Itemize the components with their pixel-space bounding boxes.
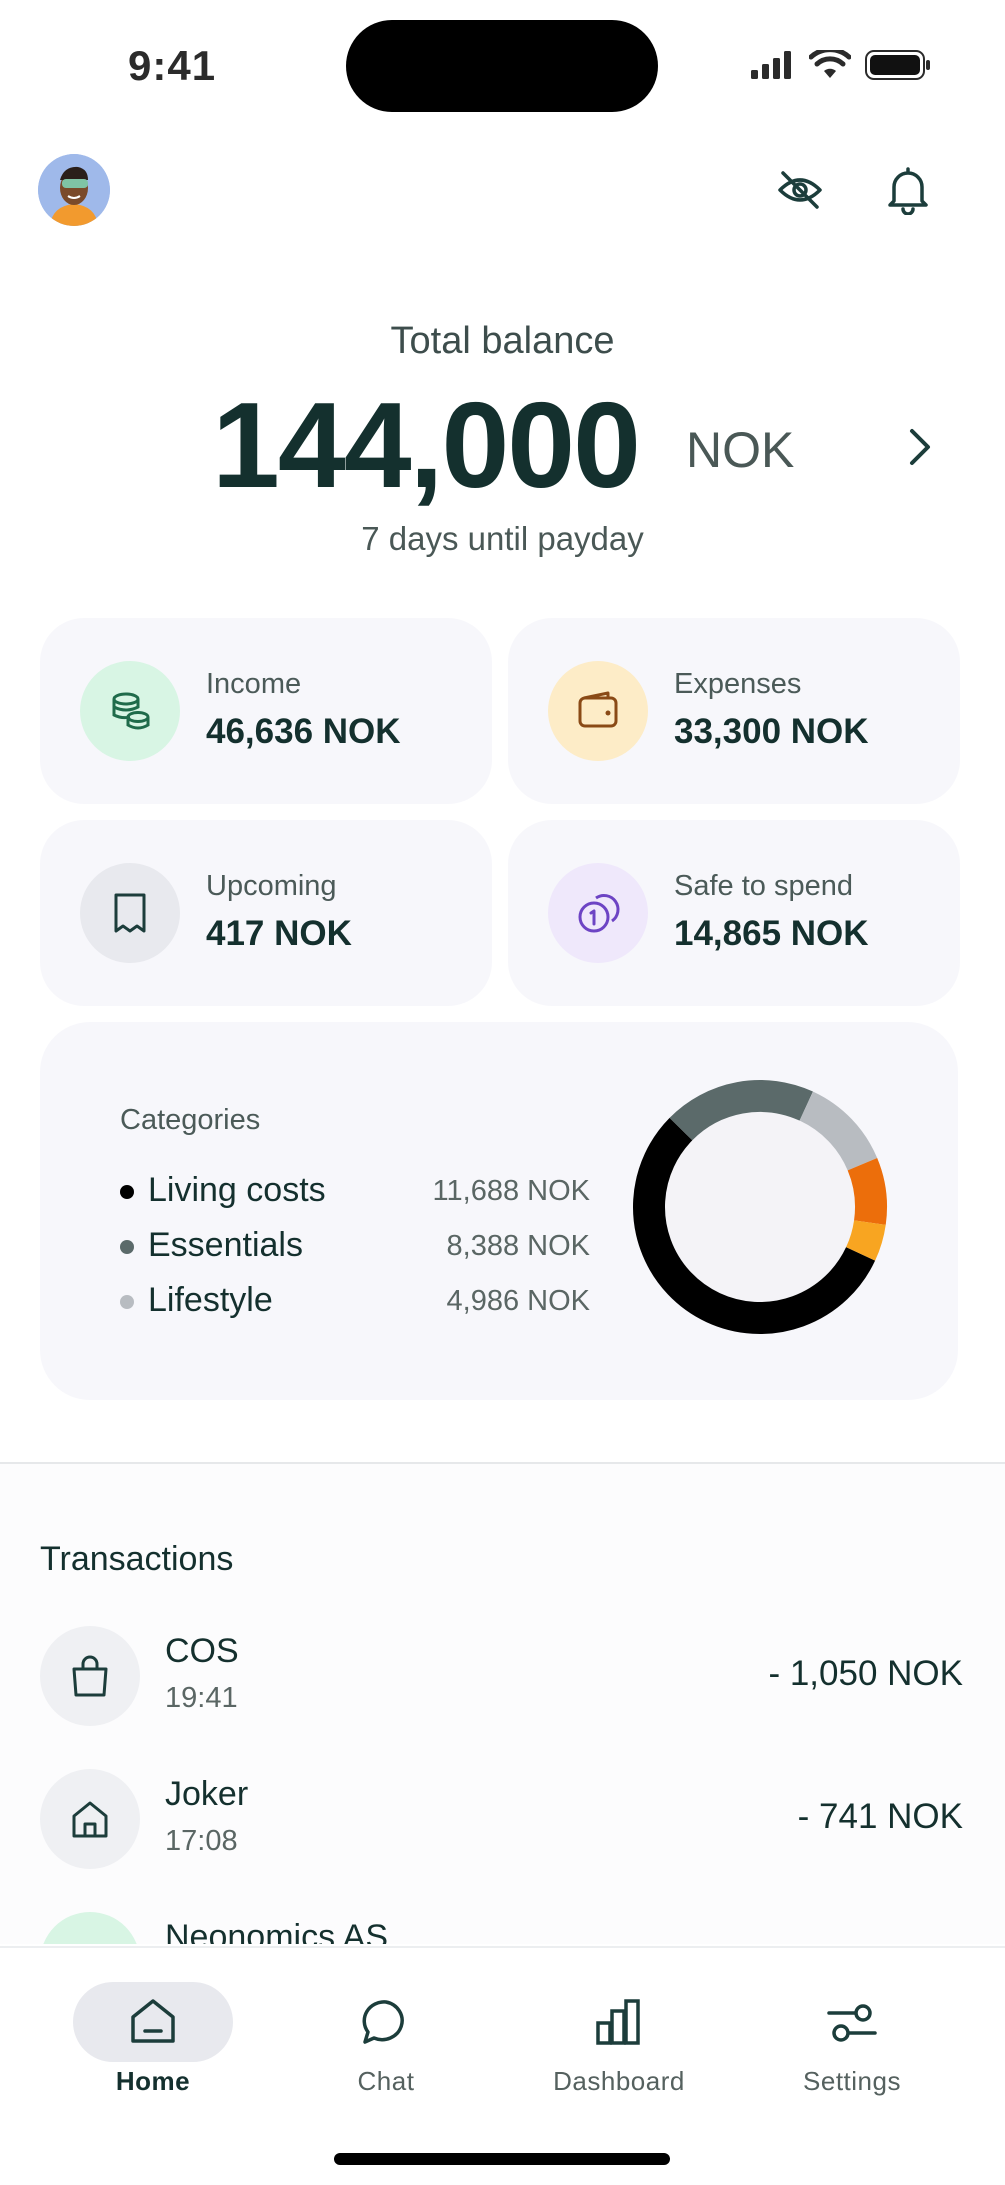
expenses-label: Expenses (674, 668, 802, 700)
lifestyle-dot (120, 1295, 134, 1309)
eye-off-icon (778, 171, 822, 209)
home-indicator (334, 2153, 670, 2165)
transaction-name: Joker (165, 1775, 249, 1813)
tab-label: Chat (357, 2066, 415, 2096)
wifi-icon (809, 50, 851, 78)
shopping-bag-icon (72, 1655, 108, 1697)
balance-row[interactable]: 144,000 NOK (0, 377, 1005, 513)
balance-amount: 144,000 (212, 377, 641, 513)
balance-section: Total balance 144,000 NOK 7 days until p… (0, 320, 1005, 557)
transaction-amount: - 1,050 NOK (768, 1654, 963, 1693)
transaction-time: 19:41 (165, 1682, 238, 1714)
category-row[interactable]: Living costs 11,688 NOK (120, 1167, 590, 1217)
category-row[interactable]: Lifestyle 4,986 NOK (120, 1277, 590, 1327)
sliders-icon (822, 1992, 882, 2052)
income-label: Income (206, 668, 302, 700)
income-value: 46,636 NOK (206, 712, 401, 751)
transactions-title: Transactions (40, 1540, 234, 1578)
living-costs-dot (120, 1185, 134, 1199)
categories-card[interactable]: Categories Living costs 11,688 NOK Essen… (40, 1022, 958, 1400)
transaction-icon-circle (40, 1769, 140, 1869)
upcoming-label: Upcoming (206, 870, 337, 902)
top-bar (0, 150, 1005, 230)
category-amount: 4,986 NOK (446, 1285, 590, 1317)
avatar-illustration-icon (38, 154, 110, 226)
house-icon (72, 1801, 108, 1838)
income-card[interactable]: Income 46,636 NOK (40, 618, 492, 804)
category-name: Living costs (148, 1171, 326, 1209)
safe-to-spend-card[interactable]: Safe to spend 14,865 NOK (508, 820, 960, 1006)
transaction-name: Neonomics AS (165, 1918, 388, 1944)
income-icon-circle (80, 661, 180, 761)
bar-chart-icon (589, 1992, 649, 2052)
bell-icon (888, 167, 928, 215)
home-icon (123, 1992, 183, 2052)
tab-home[interactable]: Home (33, 1948, 273, 2108)
avatar[interactable] (38, 154, 110, 226)
wallet-icon (578, 691, 618, 728)
tab-label: Settings (803, 2066, 901, 2096)
upcoming-icon-circle (80, 863, 180, 963)
hide-balance-button[interactable] (772, 162, 828, 218)
category-row[interactable]: Essentials 8,388 NOK (120, 1222, 590, 1272)
expenses-icon-circle (548, 661, 648, 761)
category-amount: 11,688 NOK (432, 1175, 590, 1207)
status-bar: 9:41 (0, 0, 1005, 130)
donut-center (665, 1112, 855, 1302)
chat-icon (356, 1992, 416, 2052)
tab-chat[interactable]: Chat (266, 1948, 506, 2108)
tab-label: Home (115, 2066, 191, 2096)
expenses-card[interactable]: Expenses 33,300 NOK (508, 618, 960, 804)
tab-dashboard[interactable]: Dashboard (499, 1948, 739, 2108)
transaction-name: COS (165, 1632, 239, 1670)
transaction-icon-circle (40, 1626, 140, 1726)
transaction-row[interactable]: Neonomics AS (0, 1912, 1005, 1944)
coins-icon (68, 1939, 112, 1944)
coins-icon (112, 692, 150, 730)
coin-stack-icon (578, 893, 620, 933)
tab-settings[interactable]: Settings (732, 1948, 972, 2108)
essentials-dot (120, 1240, 134, 1254)
status-icons (751, 50, 931, 80)
receipt-icon (114, 893, 146, 933)
upcoming-value: 417 NOK (206, 914, 352, 953)
dynamic-island (346, 20, 658, 112)
battery-icon (865, 50, 930, 80)
safe-to-spend-icon-circle (548, 863, 648, 963)
balance-currency: NOK (686, 422, 795, 478)
transactions-section: Transactions COS 19:41 - 1,050 NOK Joker… (0, 1464, 1005, 1944)
category-name: Lifestyle (148, 1281, 273, 1319)
categories-donut-chart (633, 1080, 887, 1334)
upcoming-card[interactable]: Upcoming 417 NOK (40, 820, 492, 1006)
tab-bar: Home Chat Dashboard Settings (0, 1946, 1005, 2185)
category-name: Essentials (148, 1226, 303, 1264)
transaction-time: 17:08 (165, 1825, 238, 1857)
status-time: 9:41 (128, 42, 217, 89)
expenses-value: 33,300 NOK (674, 712, 869, 751)
transaction-icon-circle (40, 1912, 140, 1944)
safe-to-spend-label: Safe to spend (674, 870, 853, 902)
transaction-row[interactable]: COS 19:41 - 1,050 NOK (0, 1626, 1005, 1736)
tab-label: Dashboard (553, 2066, 685, 2096)
cellular-signal-icon (751, 51, 791, 79)
transaction-amount: - 741 NOK (797, 1797, 963, 1836)
notifications-button[interactable] (880, 162, 936, 218)
payday-countdown: 7 days until payday (361, 520, 644, 557)
chevron-right-icon[interactable] (900, 423, 940, 471)
category-amount: 8,388 NOK (446, 1230, 590, 1262)
transaction-row[interactable]: Joker 17:08 - 741 NOK (0, 1769, 1005, 1879)
categories-title: Categories (120, 1104, 261, 1136)
balance-label: Total balance (390, 320, 615, 362)
safe-to-spend-value: 14,865 NOK (674, 914, 869, 953)
